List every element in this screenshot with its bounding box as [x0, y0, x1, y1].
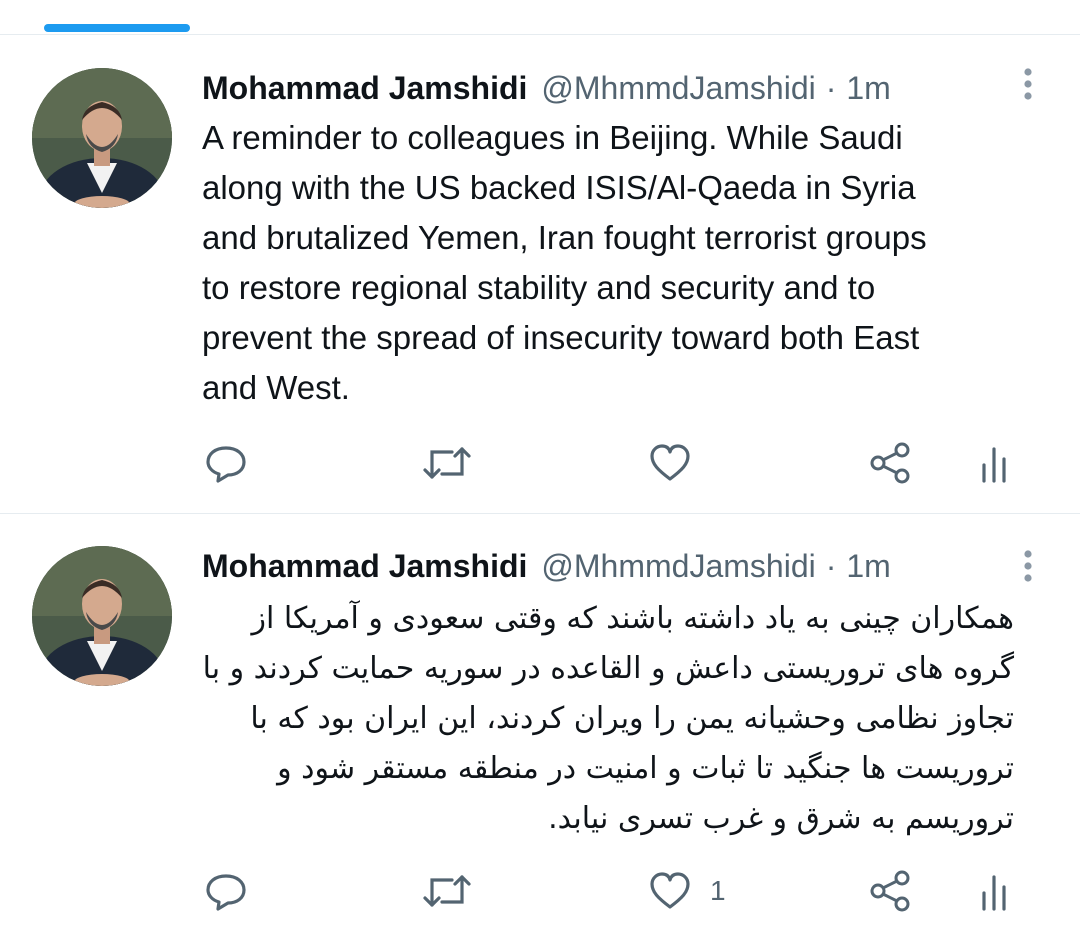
avatar[interactable] — [32, 546, 172, 686]
tweet-text-line: همکاران چینی به یاد داشته باشند که وقتی … — [251, 601, 1014, 636]
avatar[interactable] — [32, 68, 172, 208]
tweet-text: A reminder to colleagues in Beijing. Whi… — [202, 113, 1052, 413]
share-icon — [870, 870, 910, 912]
avatar-photo — [32, 546, 172, 686]
retweet-button[interactable] — [422, 866, 472, 916]
more-icon — [1024, 550, 1032, 582]
more-options-button[interactable] — [1010, 546, 1046, 586]
separator-dot: · — [825, 69, 837, 106]
analytics-icon — [982, 875, 1006, 911]
tweet-header: Mohammad Jamshidi @MhmmdJamshidi · 1m — [202, 544, 891, 588]
retweet-icon — [423, 447, 471, 479]
tweet-text-line: تجاوز نظامی وحشیانه یمن را ویران کردند، … — [250, 701, 1014, 736]
tweet-text-line: A reminder to colleagues in Beijing. Whi… — [202, 119, 903, 156]
tweet-actions: 1 — [0, 866, 1080, 916]
tweet-text-line: to restore regional stability and securi… — [202, 269, 876, 306]
reply-button[interactable] — [204, 866, 248, 916]
tweet-actions — [0, 438, 1080, 488]
tweet-text-line: تروریست ها جنگید تا ثبات و امنیت در منطق… — [277, 751, 1014, 786]
tweet-text: همکاران چینی به یاد داشته باشند که وقتی … — [202, 594, 1014, 844]
reply-icon — [206, 874, 246, 911]
tweet[interactable]: Mohammad Jamshidi @MhmmdJamshidi · 1m هم… — [0, 514, 1080, 942]
tweet-time[interactable]: 1m — [846, 70, 890, 107]
tweet-header: Mohammad Jamshidi @MhmmdJamshidi · 1m — [202, 66, 891, 110]
retweet-icon — [423, 875, 471, 907]
share-icon — [870, 442, 910, 484]
tweet-text-line: and West. — [202, 369, 350, 406]
more-options-button[interactable] — [1010, 64, 1046, 104]
reply-button[interactable] — [204, 438, 248, 488]
heart-icon — [650, 444, 690, 481]
like-button[interactable] — [648, 438, 710, 488]
author-handle[interactable]: @MhmmdJamshidi — [541, 70, 815, 107]
separator-dot: · — [825, 547, 837, 584]
retweet-button[interactable] — [422, 438, 472, 488]
author-name[interactable]: Mohammad Jamshidi — [202, 70, 527, 107]
heart-icon — [650, 872, 690, 909]
tweet-text-line: prevent the spread of insecurity toward … — [202, 319, 920, 356]
tweet-text-line: along with the US backed ISIS/Al-Qaeda i… — [202, 169, 916, 206]
like-button[interactable]: 1 — [648, 866, 726, 916]
share-button[interactable] — [868, 866, 912, 916]
analytics-icon — [982, 447, 1006, 483]
tweet-text-line: تروریسم به شرق و غرب تسری نیابد. — [548, 801, 1014, 836]
analytics-button[interactable] — [980, 866, 1010, 916]
tweet[interactable]: Mohammad Jamshidi @MhmmdJamshidi · 1m A … — [0, 0, 1080, 512]
share-button[interactable] — [868, 438, 912, 488]
like-count: 1 — [710, 875, 726, 906]
more-icon — [1024, 68, 1032, 100]
author-handle[interactable]: @MhmmdJamshidi — [541, 548, 815, 585]
reply-icon — [206, 446, 246, 483]
author-name[interactable]: Mohammad Jamshidi — [202, 548, 527, 585]
tweet-text-line: and brutalized Yemen, Iran fought terror… — [202, 219, 927, 256]
analytics-button[interactable] — [980, 438, 1010, 488]
tweet-text-line: گروه های تروریستی داعش و القاعده در سوری… — [202, 651, 1014, 686]
avatar-photo — [32, 68, 172, 208]
tweet-time[interactable]: 1m — [846, 548, 890, 585]
